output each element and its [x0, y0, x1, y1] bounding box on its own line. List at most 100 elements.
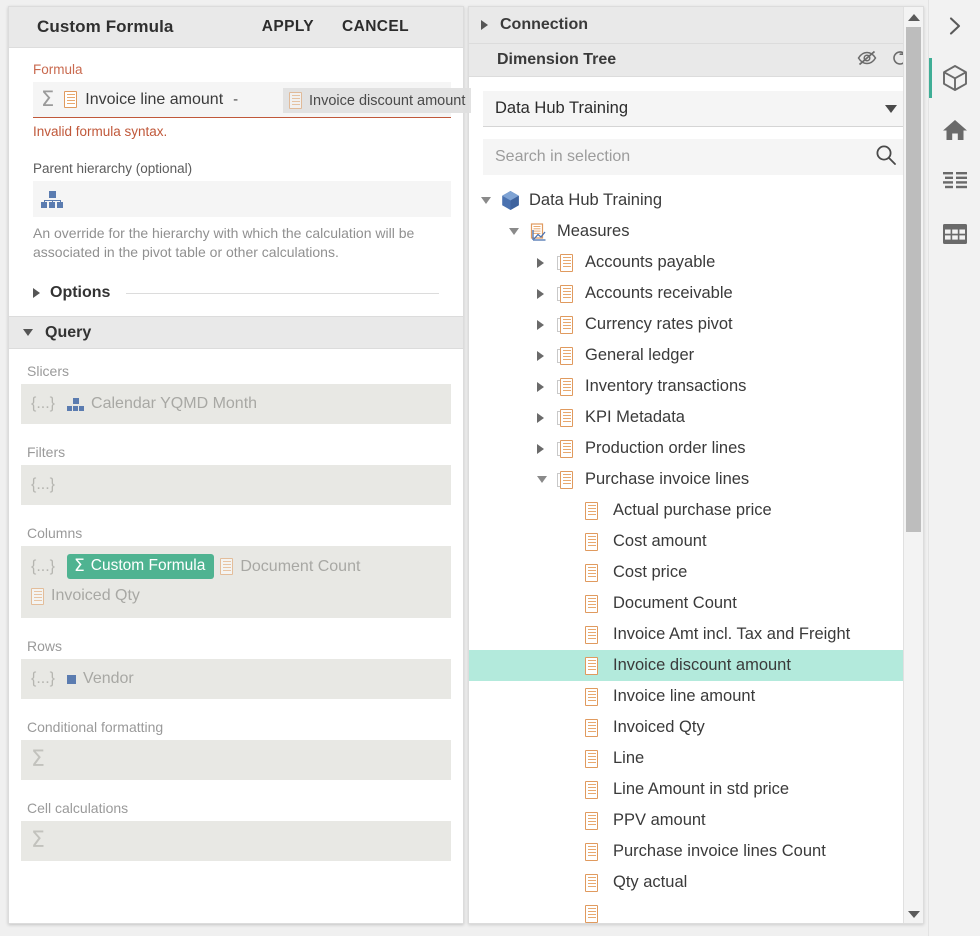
tree-node-invoice-line-amount[interactable]: Invoice line amount: [469, 681, 923, 712]
tree-node-ppv-amount[interactable]: PPV amount: [469, 805, 923, 836]
tree-node-invoiced-qty[interactable]: Invoiced Qty: [469, 712, 923, 743]
search-placeholder: Search in selection: [495, 148, 631, 165]
columns-dropzone[interactable]: {...} Σ Custom Formula Document Count In…: [21, 546, 451, 618]
tree-node-label: Invoice discount amount: [613, 656, 791, 674]
expander[interactable]: [537, 443, 557, 454]
triangle-right-icon: [537, 443, 544, 454]
filters-label: Filters: [27, 444, 66, 460]
tree-node-accounts-receivable[interactable]: Accounts receivable: [469, 278, 923, 309]
search-icon[interactable]: [875, 144, 897, 171]
tree-node-label: Invoiced Qty: [613, 718, 705, 736]
tree-node-cost-amount[interactable]: Cost amount: [469, 526, 923, 557]
rail-item-home-view[interactable]: [929, 104, 980, 156]
tree-node-purchase-invoice-lines-count[interactable]: Purchase invoice lines Count: [469, 836, 923, 867]
tree-node-cost-price[interactable]: Cost price: [469, 557, 923, 588]
column-chip-custom-formula[interactable]: Σ Custom Formula: [67, 554, 215, 579]
rail-item-list-view[interactable]: [929, 156, 980, 208]
tree-node-invoice-amt-incl-tax-and-freight[interactable]: Invoice Amt incl. Tax and Freight: [469, 619, 923, 650]
triangle-down-icon: [509, 228, 519, 235]
tree-node-partial[interactable]: [469, 898, 923, 923]
slicer-item[interactable]: Calendar YQMD Month: [67, 395, 257, 413]
slicers-dropzone[interactable]: {...} Calendar YQMD Month: [21, 384, 451, 424]
search-wrapper: Search in selection: [469, 127, 923, 175]
expander[interactable]: [509, 228, 529, 235]
measure-icon: [585, 594, 611, 613]
measure-icon: [585, 749, 611, 768]
conditional-formatting-dropzone[interactable]: Σ: [21, 740, 451, 780]
cube-select-value: Data Hub Training: [495, 99, 628, 117]
parent-hierarchy-input[interactable]: [33, 181, 451, 217]
row-item-label: Vendor: [83, 670, 134, 687]
filters-dropzone[interactable]: {...}: [21, 465, 451, 505]
tree-node-line[interactable]: Line: [469, 743, 923, 774]
list-icon: [942, 172, 967, 189]
column-item-invoiced-qty[interactable]: Invoiced Qty: [31, 587, 140, 605]
expander[interactable]: [537, 319, 557, 330]
expander[interactable]: [537, 412, 557, 423]
search-input[interactable]: Search in selection: [483, 139, 909, 175]
tree-node-data-hub-training[interactable]: Data Hub Training: [469, 185, 923, 216]
formula-input[interactable]: Σ Invoice line amount -: [33, 82, 451, 118]
tree-node-production-order-lines[interactable]: Production order lines: [469, 433, 923, 464]
rows-dropzone[interactable]: {...} Vendor: [21, 659, 451, 699]
tree-node-general-ledger[interactable]: General ledger: [469, 340, 923, 371]
expander[interactable]: [537, 350, 557, 361]
triangle-down-icon: [23, 329, 33, 336]
formula-token-1[interactable]: Invoice line amount: [85, 91, 223, 109]
tree-node-accounts-payable[interactable]: Accounts payable: [469, 247, 923, 278]
measure-folder-icon: [557, 377, 583, 396]
right-rail: [928, 0, 980, 936]
connection-section-toggle[interactable]: Connection: [469, 7, 923, 44]
tree-node-kpi-metadata[interactable]: KPI Metadata: [469, 402, 923, 433]
rail-item-table-view[interactable]: [929, 208, 980, 260]
rail-item-expand-panel[interactable]: [929, 0, 980, 52]
cell-calculations-dropzone[interactable]: Σ: [21, 821, 451, 861]
column-item-document-count[interactable]: Document Count: [220, 558, 360, 576]
tree-node-line-amount-in-std-price[interactable]: Line Amount in std price: [469, 774, 923, 805]
tree-node-label: Cost amount: [613, 532, 707, 550]
expander[interactable]: [537, 257, 557, 268]
apply-button[interactable]: APPLY: [262, 18, 314, 36]
sigma-icon: Σ: [74, 555, 85, 576]
dimension-tree-scrollbar[interactable]: [903, 7, 923, 923]
tree-node-actual-purchase-price[interactable]: Actual purchase price: [469, 495, 923, 526]
triangle-right-icon: [537, 288, 544, 299]
tree-node-inventory-transactions[interactable]: Inventory transactions: [469, 371, 923, 402]
tree-node-document-count[interactable]: Document Count: [469, 588, 923, 619]
expander[interactable]: [537, 476, 557, 483]
scroll-up-arrow-icon[interactable]: [907, 14, 920, 21]
cancel-button[interactable]: CANCEL: [342, 18, 409, 36]
tree-node-currency-rates-pivot[interactable]: Currency rates pivot: [469, 309, 923, 340]
tree-node-label: PPV amount: [613, 811, 706, 829]
table-grid-icon: [942, 224, 967, 244]
measure-icon: [585, 656, 611, 675]
scrollbar-thumb[interactable]: [906, 27, 921, 532]
connection-label: Connection: [500, 16, 588, 33]
expander[interactable]: [481, 197, 501, 204]
expander[interactable]: [537, 381, 557, 392]
tree-node-invoice-discount-amount[interactable]: Invoice discount amount: [469, 650, 923, 681]
measure-icon: [585, 873, 611, 892]
triangle-right-icon: [537, 381, 544, 392]
sigma-icon: Σ: [31, 828, 45, 853]
query-section-toggle[interactable]: Query: [9, 316, 463, 349]
cube-select[interactable]: Data Hub Training: [483, 91, 909, 127]
tree-node-measures[interactable]: Measures: [469, 216, 923, 247]
options-section-toggle[interactable]: Options: [33, 284, 439, 316]
measure-icon: [64, 91, 78, 108]
tree-node-purchase-invoice-lines[interactable]: Purchase invoice lines: [469, 464, 923, 495]
expander[interactable]: [537, 288, 557, 299]
eye-off-icon[interactable]: [857, 50, 877, 71]
row-item-vendor[interactable]: Vendor: [67, 670, 134, 688]
triangle-right-icon: [33, 288, 40, 298]
columns-label: Columns: [27, 525, 83, 541]
triangle-down-icon: [481, 197, 491, 204]
rail-item-cube-view[interactable]: [929, 52, 980, 104]
scroll-down-arrow-icon[interactable]: [907, 911, 920, 918]
dimension-tree-panel: Connection Dimension Tree Data Hub Train…: [468, 6, 924, 924]
tree-node-qty-actual[interactable]: Qty actual: [469, 867, 923, 898]
tree-node-label: Invoice line amount: [613, 687, 756, 705]
cube-icon: [501, 190, 527, 211]
measure-icon: [585, 842, 611, 861]
braces-icon: {...}: [31, 476, 56, 493]
